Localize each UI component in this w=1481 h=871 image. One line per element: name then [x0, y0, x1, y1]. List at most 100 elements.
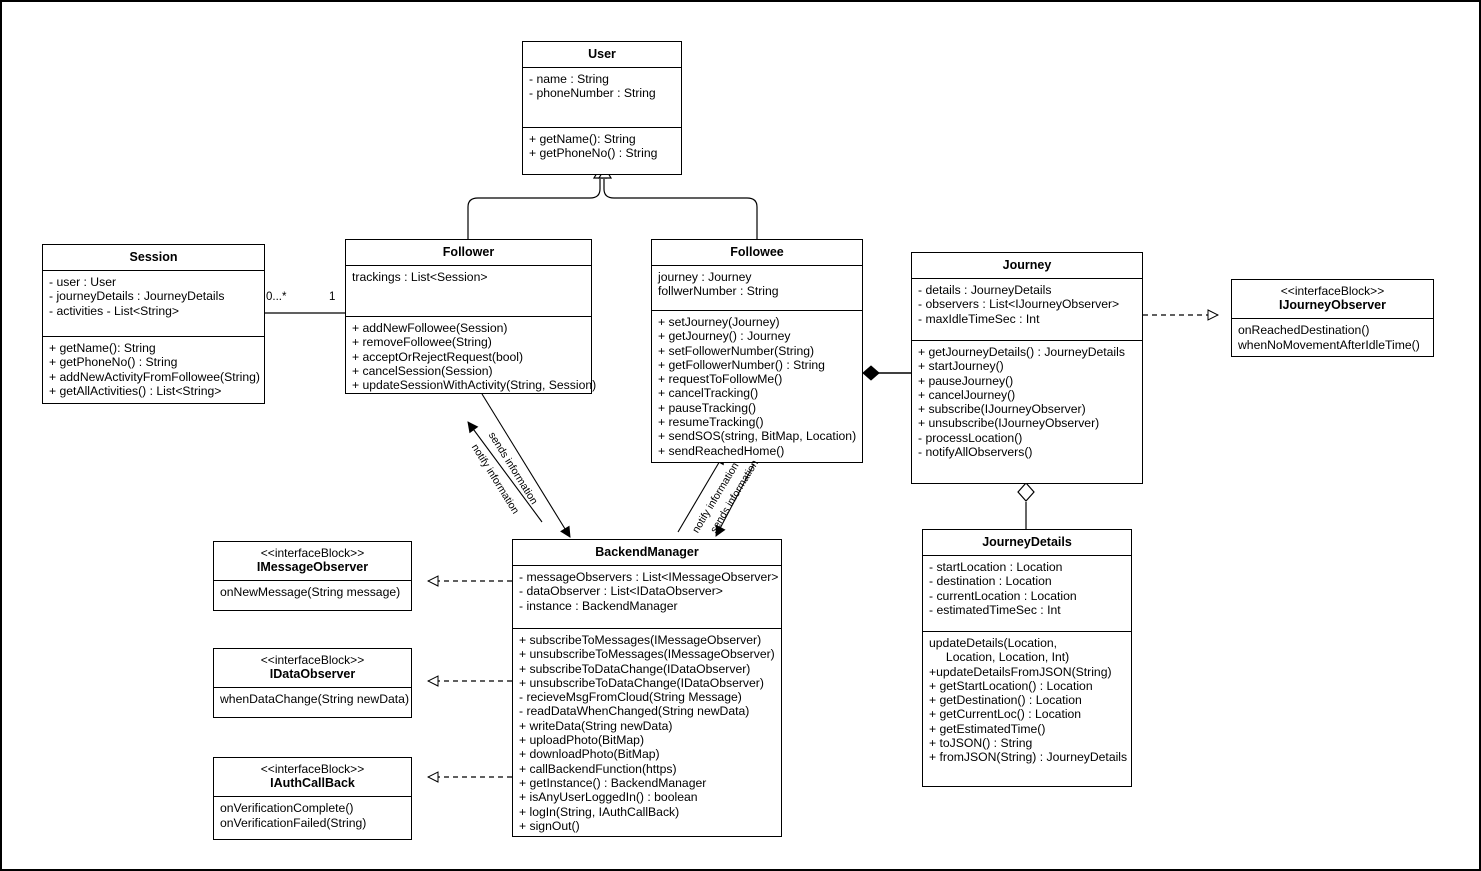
class-box-journey[interactable]: Journey - details : JourneyDetails - obse… — [911, 252, 1143, 484]
class-member-line: + removeFollowee(String) — [352, 335, 492, 350]
class-member-line: - recieveMsgFromCloud(String Message) — [519, 690, 742, 705]
class-name-iauthcallback: IAuthCallBack — [270, 776, 355, 791]
class-header-iauthcallback: <<interfaceBlock>> IAuthCallBack — [214, 758, 411, 798]
class-member-line: + addNewActivityFromFollowee(String) — [49, 369, 260, 384]
class-member-line: + getAllActivities() : List<String> — [49, 383, 222, 398]
class-member-line: + cancelTracking() — [658, 386, 759, 401]
class-header-session: Session — [43, 245, 264, 271]
class-name-followee: Followee — [730, 245, 784, 259]
class-box-backendmanager[interactable]: BackendManager - messageObservers : List… — [512, 539, 782, 837]
class-operations-idataobserver: whenDataChange(String newData) — [214, 688, 411, 711]
class-member-line: - activities - List<String> — [49, 303, 180, 318]
class-box-user[interactable]: User - name : String - phoneNumber : Stri… — [522, 41, 682, 175]
class-member-line: - notifyAllObservers() — [918, 445, 1033, 460]
class-box-ijourneyobserver[interactable]: <<interfaceBlock>> IJourneyObserver onRe… — [1231, 279, 1434, 357]
class-member-line: + getEstimatedTime() — [929, 721, 1046, 736]
stereotype-label: <<interfaceBlock>> — [260, 653, 365, 667]
class-member-line: - dataObserver : List<IDataObserver> — [519, 584, 723, 599]
class-member-line: + signOut() — [519, 818, 580, 833]
class-member-line: + logIn(String, IAuthCallBack) — [519, 804, 680, 819]
composition-followee-journey — [862, 365, 912, 381]
class-member-line: + downloadPhoto(BitMap) — [519, 747, 660, 762]
class-operations-iauthcallback: onVerificationComplete() onVerificationFa… — [214, 797, 411, 835]
class-member-line: + getDestination() : Location — [929, 693, 1082, 708]
class-header-follower: Follower — [346, 240, 591, 266]
class-header-user: User — [523, 42, 681, 68]
class-operations-user: + getName(): String + getPhoneNo() : Stri… — [523, 128, 681, 166]
class-member-line: + cancelJourney() — [918, 387, 1016, 402]
class-box-follower[interactable]: Follower trackings : List<Session> + add… — [345, 239, 597, 397]
class-name-journey: Journey — [1002, 258, 1052, 272]
class-member-line: + getJourneyDetails() : JourneyDetails — [918, 345, 1125, 359]
class-member-line: + unsubscribe(IJourneyObserver) — [918, 416, 1100, 431]
class-member-line: + unsubscribeToMessages(IMessageObserver… — [519, 647, 775, 662]
class-member-line: + getName(): String — [49, 341, 156, 355]
class-member-line: + subscribeToDataChange(IDataObserver) — [519, 661, 751, 676]
class-operations-ijourneyobserver: onReachedDestination() whenNoMovementAfte… — [1232, 319, 1433, 357]
flow-follower-backendmanager-sends — [481, 393, 571, 538]
class-name-user: User — [588, 47, 616, 61]
class-member-line: - currentLocation : Location — [929, 588, 1077, 603]
class-header-idataobserver: <<interfaceBlock>> IDataObserver — [214, 649, 411, 689]
class-member-line: + getJourney() : Journey — [658, 329, 791, 344]
class-member-line: - observers : List<IJourneyObserver> — [918, 297, 1120, 312]
class-member-line: + getCurrentLoc() : Location — [929, 707, 1082, 722]
class-member-line: - user : User — [49, 275, 117, 289]
class-member-line: +updateDetailsFromJSON(String) — [929, 664, 1112, 679]
class-member-line: + cancelSession(Session) — [352, 363, 493, 378]
class-header-journeydetails: JourneyDetails — [923, 530, 1131, 556]
class-member-line: - name : String — [529, 72, 609, 86]
class-name-journeydetails: JourneyDetails — [982, 535, 1072, 549]
class-member-line: - phoneNumber : String — [529, 86, 656, 101]
class-member-line: + updateSessionWithActivity(String, Sess… — [352, 378, 597, 393]
aggregation-journey-journeydetails — [1017, 482, 1035, 529]
generalization-follower-to-user — [467, 179, 601, 239]
class-name-imessageobserver: IMessageObserver — [256, 560, 369, 575]
class-member-line: - destination : Location — [929, 574, 1052, 589]
class-box-followee[interactable]: Followee journey : Journey follwerNumber … — [651, 239, 863, 463]
class-member-line: - messageObservers : List<IMessageObserv… — [519, 570, 779, 584]
class-operations-followee: + setJourney(Journey) + getJourney() : Jo… — [652, 311, 862, 463]
class-box-imessageobserver[interactable]: <<interfaceBlock>> IMessageObserver onNe… — [213, 541, 412, 611]
class-attributes-journeydetails: - startLocation : Location - destination … — [923, 556, 1131, 632]
class-member-line: + subscribeToMessages(IMessageObserver) — [519, 633, 762, 647]
class-member-line: - estimatedTimeSec : Int — [929, 602, 1061, 617]
class-member-line: + fromJSON(String) : JourneyDetails — [929, 750, 1128, 765]
class-member-line: + subscribe(IJourneyObserver) — [918, 402, 1086, 417]
class-member-line: + getPhoneNo() : String — [529, 146, 658, 161]
class-member-line: updateDetails(Location, — [929, 636, 1058, 650]
class-member-line: + sendReachedHome() — [658, 443, 785, 458]
class-member-line: - startLocation : Location — [929, 560, 1063, 574]
class-header-journey: Journey — [912, 253, 1142, 279]
class-header-ijourneyobserver: <<interfaceBlock>> IJourneyObserver — [1232, 280, 1433, 320]
class-attributes-backendmanager: - messageObservers : List<IMessageObserv… — [513, 566, 781, 629]
class-operations-follower: + addNewFollowee(Session) + removeFollowe… — [346, 317, 597, 397]
class-name-ijourneyobserver: IJourneyObserver — [1279, 298, 1386, 313]
class-member-line: + writeData(String newData) — [519, 718, 673, 733]
class-member-line: onVerificationComplete() — [220, 801, 354, 816]
multiplicity-session-side: 0...* — [266, 291, 287, 303]
class-attributes-followee: journey : Journey follwerNumber : String — [652, 266, 862, 311]
class-member-line: - maxIdleTimeSec : Int — [918, 311, 1040, 326]
class-name-follower: Follower — [442, 245, 495, 259]
class-attributes-journey: - details : JourneyDetails - observers : … — [912, 279, 1142, 341]
class-member-line: + getInstance() : BackendManager — [519, 775, 707, 790]
class-member-line: Location, Location, Int) — [929, 650, 1070, 665]
class-box-journeydetails[interactable]: JourneyDetails - startLocation : Locatio… — [922, 529, 1132, 787]
stereotype-label: <<interfaceBlock>> — [260, 546, 365, 560]
class-member-line: onVerificationFailed(String) — [220, 815, 367, 830]
class-box-idataobserver[interactable]: <<interfaceBlock>> IDataObserver whenDat… — [213, 648, 412, 718]
class-box-session[interactable]: Session - user : User - journeyDetails : … — [42, 244, 265, 404]
class-name-idataobserver: IDataObserver — [269, 667, 356, 682]
class-member-line: onNewMessage(String message) — [220, 585, 401, 600]
class-member-line: + sendSOS(string, BitMap, Location) — [658, 429, 857, 444]
stereotype-label: <<interfaceBlock>> — [260, 762, 365, 776]
class-box-iauthcallback[interactable]: <<interfaceBlock>> IAuthCallBack onVerif… — [213, 757, 412, 840]
class-member-line: - processLocation() — [918, 430, 1023, 445]
class-member-line: + requestToFollowMe() — [658, 372, 783, 387]
class-operations-session: + getName(): String + getPhoneNo() : Stri… — [43, 337, 264, 403]
class-member-line: + addNewFollowee(Session) — [352, 321, 508, 335]
class-header-backendmanager: BackendManager — [513, 540, 781, 566]
class-member-line: + pauseTracking() — [658, 400, 757, 415]
stereotype-label: <<interfaceBlock>> — [1280, 284, 1385, 298]
